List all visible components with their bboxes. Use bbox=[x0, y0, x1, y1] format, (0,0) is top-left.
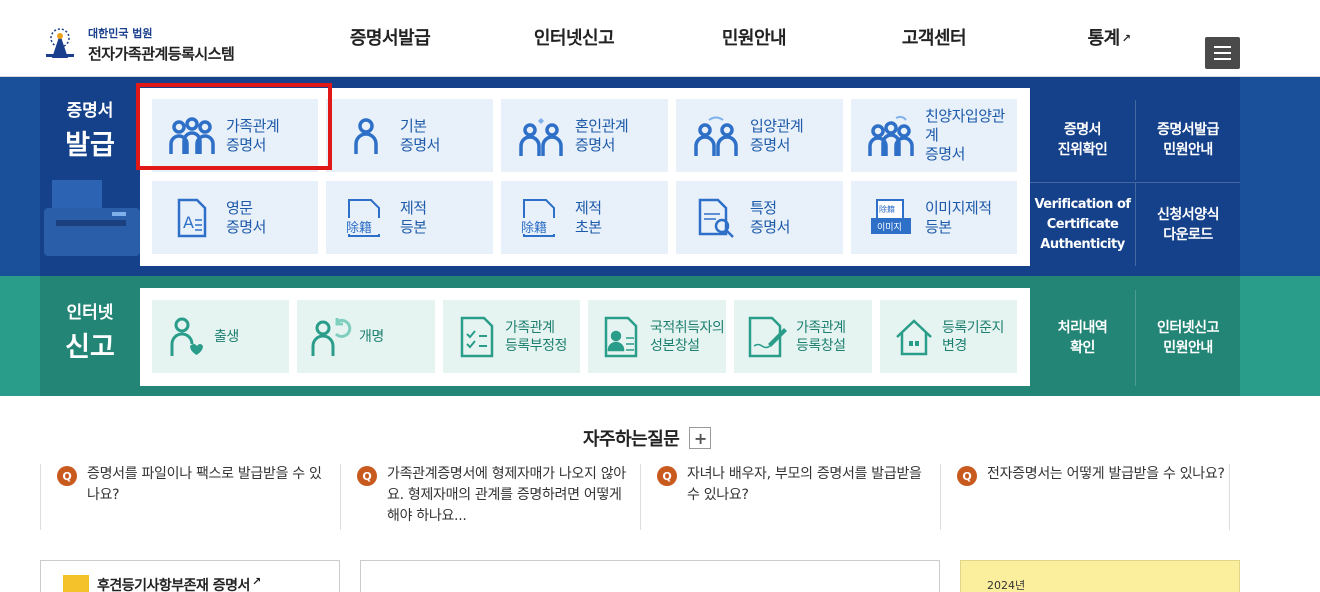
notice-box bbox=[360, 560, 940, 592]
card-birth-report[interactable]: 출생 bbox=[152, 300, 289, 373]
card-domicile-change[interactable]: 등록기준지 변경 bbox=[880, 300, 1017, 373]
external-link-icon: ↗ bbox=[1121, 31, 1131, 45]
adoption-icon bbox=[688, 111, 744, 161]
svg-text:除籍: 除籍 bbox=[346, 220, 372, 236]
adoption-family-icon bbox=[863, 111, 919, 161]
couple-icon bbox=[513, 111, 569, 161]
faq-item[interactable]: Q 자녀나 배우자, 부모의 증명서를 발급받을 수 있나요? bbox=[640, 464, 930, 530]
nav-internet-filing[interactable]: 인터넷신고 bbox=[480, 0, 668, 77]
removed-doc-icon: 除籍 bbox=[338, 193, 394, 243]
person-icon bbox=[338, 111, 394, 161]
nav-customer-center[interactable]: 고객센터 bbox=[840, 0, 1028, 77]
question-icon: Q bbox=[357, 466, 377, 486]
svg-text:除籍: 除籍 bbox=[521, 220, 547, 236]
image-doc-icon: 除籍 이미지 bbox=[863, 193, 919, 243]
svg-text:이미지: 이미지 bbox=[877, 222, 902, 233]
link-form-download[interactable]: 신청서양식 다운로드 bbox=[1135, 182, 1240, 266]
card-english-cert[interactable]: A 영문 증명서 bbox=[152, 181, 318, 254]
faq-item[interactable]: Q 증명서를 파일이나 팩스로 발급받을 수 있나요? bbox=[40, 464, 330, 530]
svg-text:A: A bbox=[183, 213, 194, 232]
document-icon bbox=[63, 575, 89, 592]
card-removed-register-copy[interactable]: 除籍 제적 등본 bbox=[326, 181, 493, 254]
court-emblem-icon bbox=[40, 24, 80, 64]
hamburger-icon bbox=[1214, 46, 1231, 48]
svg-text:除籍: 除籍 bbox=[879, 204, 895, 214]
card-specific-cert[interactable]: 특정 증명서 bbox=[676, 181, 843, 254]
checklist-icon bbox=[455, 315, 499, 359]
baby-icon bbox=[164, 315, 208, 359]
question-icon: Q bbox=[957, 466, 977, 486]
nav-certificate-issuance[interactable]: 증명서발급 bbox=[300, 0, 480, 77]
filing-title: 인터넷 신고 bbox=[65, 303, 115, 363]
link-process-status[interactable]: 처리내역 확인 bbox=[1030, 290, 1135, 386]
question-icon: Q bbox=[657, 466, 677, 486]
nav-civil-guide[interactable]: 민원안내 bbox=[668, 0, 840, 77]
faq-title: 자주하는질문 + bbox=[583, 425, 712, 451]
guardianship-cert-box[interactable]: 후견등기사항부존재 증명서 ↗ bbox=[40, 560, 340, 592]
faq-more-button[interactable]: + bbox=[689, 427, 712, 449]
site-logo[interactable]: 대한민국 법원 전자가족관계등록시스템 bbox=[40, 22, 300, 66]
family-icon bbox=[164, 111, 220, 161]
card-full-adoption-cert[interactable]: 친양자입양관계 증명서 bbox=[851, 99, 1017, 172]
card-register-correction[interactable]: 가족관계 등록부정정 bbox=[443, 300, 580, 373]
faq-item[interactable]: Q 전자증명서는 어떻게 발급받을 수 있나요? bbox=[940, 464, 1230, 530]
global-nav: 증명서발급 인터넷신고 민원안내 고객센터 통계 ↗ bbox=[300, 0, 1200, 77]
faq-item[interactable]: Q 가족관계증명서에 형제자매가 나오지 않아요. 형제자매의 관계를 증명하려… bbox=[340, 464, 630, 530]
card-naturalized-surname-creation[interactable]: 국적취득자의 성본창설 bbox=[588, 300, 726, 373]
link-cert-issuance-guide[interactable]: 증명서발급 민원안내 bbox=[1135, 100, 1240, 180]
card-label: 가족관계 bbox=[226, 116, 280, 135]
removed-doc-icon: 除籍 bbox=[513, 193, 569, 243]
card-register-creation[interactable]: 가족관계 등록창설 bbox=[734, 300, 872, 373]
id-doc-icon bbox=[600, 315, 644, 359]
question-icon: Q bbox=[57, 466, 77, 486]
card-removed-register-abstract[interactable]: 除籍 제적 초본 bbox=[501, 181, 668, 254]
card-adoption-cert[interactable]: 입양관계 증명서 bbox=[676, 99, 843, 172]
card-family-relation-cert[interactable]: 가족관계 증명서 bbox=[152, 99, 318, 172]
english-doc-icon: A bbox=[164, 193, 220, 243]
rename-icon bbox=[309, 315, 353, 359]
card-image-removed-register[interactable]: 除籍 이미지 이미지제적 등본 bbox=[851, 181, 1017, 254]
printer-icon bbox=[42, 160, 142, 270]
card-marriage-cert[interactable]: 혼인관계 증명서 bbox=[501, 99, 668, 172]
issuance-title: 증명서 발급 bbox=[65, 101, 115, 161]
header: 대한민국 법원 전자가족관계등록시스템 증명서발급 인터넷신고 민원안내 고객센… bbox=[0, 0, 1320, 77]
card-name-change-report[interactable]: 개명 bbox=[297, 300, 435, 373]
external-link-icon: ↗ bbox=[251, 575, 261, 588]
house-icon bbox=[892, 315, 936, 359]
logo-subtitle: 대한민국 법원 bbox=[88, 26, 153, 40]
promo-banner[interactable]: 2024년 bbox=[960, 560, 1240, 592]
nav-statistics[interactable]: 통계 ↗ bbox=[1028, 0, 1190, 77]
link-cert-authenticity-check[interactable]: 증명서 진위확인 bbox=[1030, 100, 1135, 180]
link-filing-guide[interactable]: 인터넷신고 민원안내 bbox=[1135, 290, 1240, 386]
all-menu-button[interactable] bbox=[1205, 37, 1240, 69]
link-verification-english[interactable]: Verification of Certificate Authenticity bbox=[1030, 182, 1135, 266]
card-basic-cert[interactable]: 기본 증명서 bbox=[326, 99, 493, 172]
logo-title: 전자가족관계등록시스템 bbox=[88, 44, 235, 63]
write-doc-icon bbox=[746, 315, 790, 359]
search-doc-icon bbox=[688, 193, 744, 243]
